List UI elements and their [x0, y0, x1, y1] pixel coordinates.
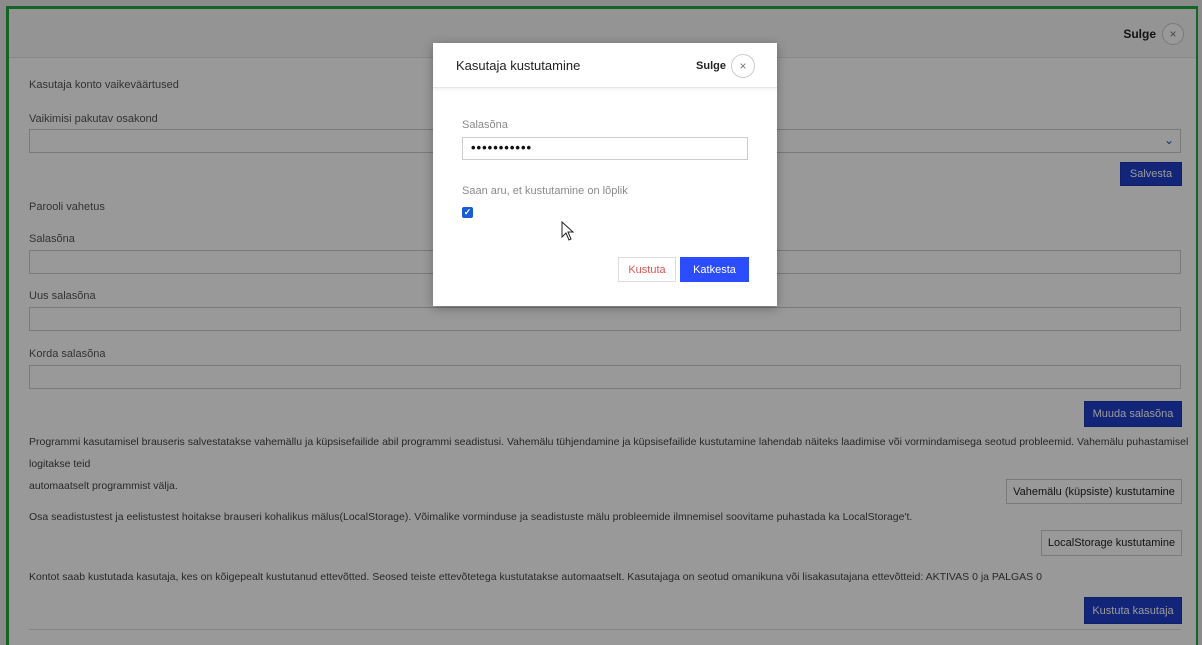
dialog-close-button[interactable]: Sulge × [696, 54, 755, 78]
mouse-cursor-icon [561, 221, 575, 241]
confirm-label: Saan aru, et kustutamine on lõplik [462, 185, 628, 197]
dialog-title: Kasutaja kustutamine [456, 58, 581, 73]
dialog-password-input[interactable]: ••••••••••• [462, 137, 748, 160]
dialog-header: Kasutaja kustutamine Sulge × [433, 43, 777, 88]
dialog-password-label: Salasõna [462, 119, 508, 131]
cancel-button[interactable]: Katkesta [680, 257, 749, 282]
delete-user-dialog: Kasutaja kustutamine Sulge × Salasõna ••… [433, 43, 777, 306]
delete-button[interactable]: Kustuta [618, 257, 676, 282]
dialog-close-label: Sulge [696, 60, 726, 72]
confirm-checkbox[interactable]: ✓ [462, 207, 473, 218]
close-icon[interactable]: × [731, 54, 755, 78]
